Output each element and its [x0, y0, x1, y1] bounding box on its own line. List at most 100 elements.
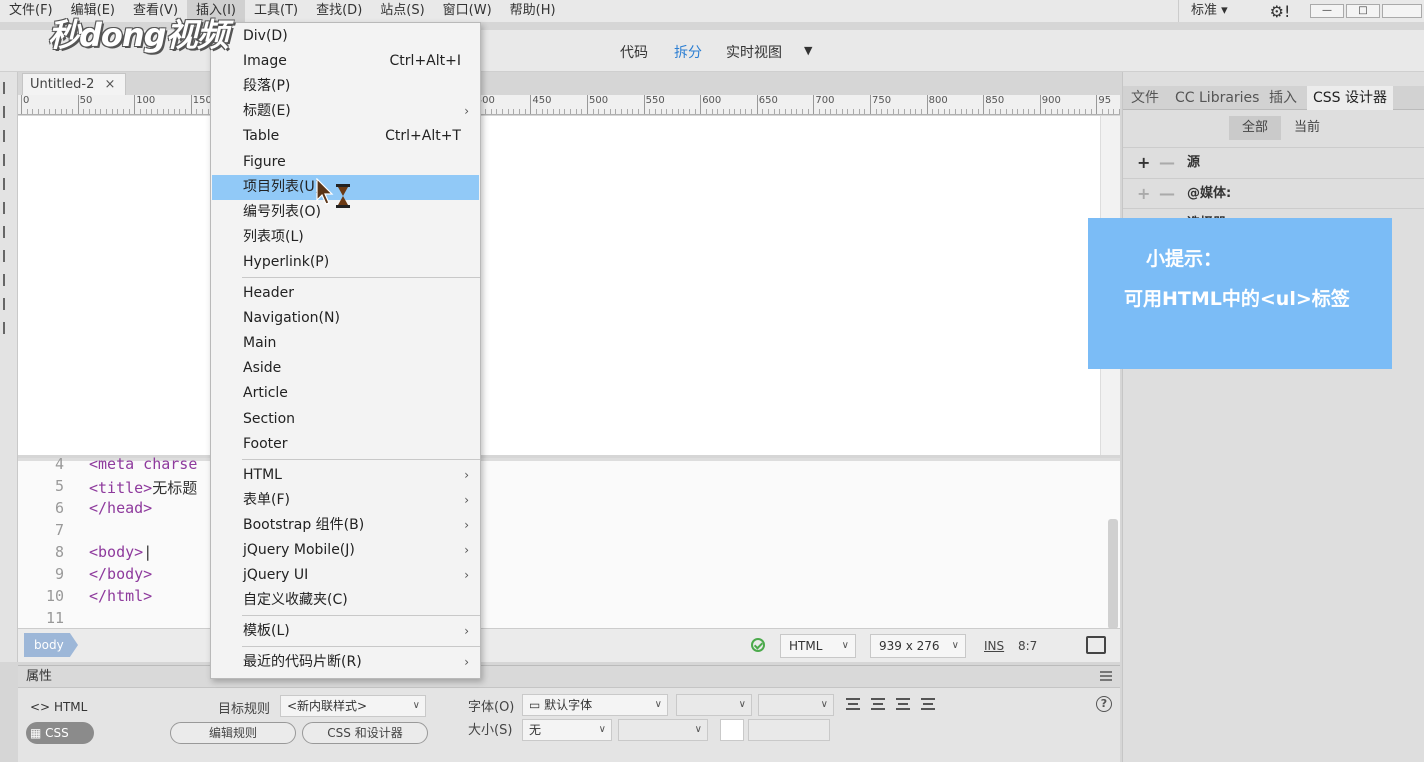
menu-item[interactable]: Navigation(N): [212, 306, 479, 331]
align-justify-icon[interactable]: [921, 698, 935, 710]
live-view-button[interactable]: 实时视图: [726, 42, 782, 62]
color-value-field[interactable]: [748, 719, 830, 741]
ruler-minor-tick: [785, 109, 787, 114]
menu-item[interactable]: 标题(E) ›: [212, 99, 479, 124]
split-view-button[interactable]: 拆分: [674, 42, 702, 62]
tab-insert[interactable]: 插入: [1263, 86, 1303, 110]
add-icon[interactable]: +: [1137, 179, 1150, 209]
tool-icon[interactable]: [3, 130, 13, 142]
menu-item[interactable]: 模板(L) ›: [212, 619, 479, 644]
menu-item[interactable]: 表单(F) ›: [212, 488, 479, 513]
insert-menu-dropdown: Div(D) Image Ctrl+Alt+I 段落(P) 标题(E) › Table Ctr…: [210, 22, 481, 679]
tab-files[interactable]: 文件: [1125, 86, 1165, 110]
panel-menu-icon[interactable]: [1100, 671, 1112, 681]
tool-icon[interactable]: [3, 106, 13, 118]
help-icon[interactable]: ?: [1096, 696, 1112, 712]
align-left-icon[interactable]: [846, 698, 860, 710]
window-size-select[interactable]: 939 x 276 ∨: [870, 634, 966, 658]
tool-icon[interactable]: [3, 298, 13, 310]
menu-item[interactable]: 最近的代码片断(R) ›: [212, 650, 479, 675]
code-view-button[interactable]: 代码: [620, 42, 648, 62]
ruler-minor-tick: [519, 109, 521, 114]
menu-item[interactable]: Section: [212, 407, 479, 432]
chevron-right-icon: ›: [464, 467, 469, 482]
close-icon[interactable]: ×: [105, 77, 116, 92]
design-view-canvas[interactable]: [18, 116, 1100, 455]
preview-icon[interactable]: [1086, 636, 1106, 654]
document-type-select[interactable]: HTML ∨: [780, 634, 856, 658]
menu-site[interactable]: 站点(S): [371, 0, 433, 22]
tag-selector-body[interactable]: body: [24, 633, 78, 657]
font-weight-select[interactable]: ∨: [758, 694, 834, 716]
size-unit-select[interactable]: ∨: [618, 719, 708, 741]
chevron-down-icon[interactable]: ▼: [804, 44, 812, 57]
tool-icon[interactable]: [3, 154, 13, 166]
tool-icon[interactable]: [3, 82, 13, 94]
insert-mode-indicator[interactable]: INS: [984, 639, 1004, 653]
menu-item[interactable]: 段落(P): [212, 74, 479, 99]
menu-item[interactable]: Div(D): [212, 24, 479, 49]
tool-icon[interactable]: [3, 322, 13, 334]
ruler-minor-tick: [173, 109, 175, 114]
tool-icon[interactable]: [3, 250, 13, 262]
close-window-button[interactable]: [1382, 4, 1422, 18]
menu-find[interactable]: 查找(D): [307, 0, 371, 22]
menu-item[interactable]: Figure: [212, 150, 479, 175]
menu-item[interactable]: Header: [212, 281, 479, 306]
tool-icon[interactable]: [3, 274, 13, 286]
font-style-select[interactable]: ∨: [676, 694, 752, 716]
color-swatch[interactable]: [720, 719, 744, 741]
tool-icon[interactable]: [3, 226, 13, 238]
media-section[interactable]: + — @媒体:: [1123, 178, 1424, 208]
menu-help[interactable]: 帮助(H): [501, 0, 565, 22]
size-select[interactable]: 无 ∨: [522, 719, 612, 741]
ruler-minor-tick: [796, 109, 798, 114]
menu-item[interactable]: Image Ctrl+Alt+I: [212, 49, 479, 74]
menu-item[interactable]: Table Ctrl+Alt+T: [212, 124, 479, 149]
menu-item[interactable]: 自定义收藏夹(C): [212, 588, 479, 613]
menu-item[interactable]: jQuery UI ›: [212, 563, 479, 588]
menu-item[interactable]: Bootstrap 组件(B) ›: [212, 513, 479, 538]
menu-item[interactable]: Main: [212, 331, 479, 356]
add-icon[interactable]: +: [1137, 148, 1150, 178]
menu-item[interactable]: 列表项(L): [212, 225, 479, 250]
sources-section[interactable]: + — 源: [1123, 147, 1424, 177]
align-center-icon[interactable]: [871, 698, 885, 710]
ruler-minor-tick: [83, 109, 85, 114]
size-label: 大小(S): [468, 723, 513, 738]
remove-icon[interactable]: —: [1159, 179, 1175, 209]
minimize-button[interactable]: —: [1310, 4, 1344, 18]
css-designer-button[interactable]: CSS 和设计器: [302, 722, 428, 744]
menu-item[interactable]: jQuery Mobile(J) ›: [212, 538, 479, 563]
filter-all-button[interactable]: 全部: [1229, 116, 1281, 140]
menu-tools[interactable]: 工具(T): [245, 0, 307, 22]
tab-cc-libraries[interactable]: CC Libraries: [1169, 86, 1265, 110]
filter-current-button[interactable]: 当前: [1281, 116, 1333, 140]
menu-item[interactable]: Article: [212, 381, 479, 406]
code-view-scrollbar[interactable]: [1108, 519, 1118, 629]
menu-item[interactable]: HTML ›: [212, 463, 479, 488]
workspace-layout-select[interactable]: 标准 ▾: [1178, 0, 1250, 22]
ruler-minor-tick: [705, 109, 707, 114]
tool-icon[interactable]: [3, 178, 13, 190]
maximize-button[interactable]: □: [1346, 4, 1380, 18]
menu-item[interactable]: Hyperlink(P): [212, 250, 479, 275]
tool-icon[interactable]: [3, 202, 13, 214]
html-mode-button[interactable]: <> HTML: [26, 696, 94, 718]
gear-icon[interactable]: ⚙!: [1250, 2, 1310, 21]
align-right-icon[interactable]: [896, 698, 910, 710]
code-view[interactable]: 4 <meta charse 5 <title>无标题 6 </head> 7 8 <b…: [18, 455, 1120, 629]
menu-window[interactable]: 窗口(W): [434, 0, 501, 22]
window-size-value: 939 x 276: [879, 639, 940, 653]
target-rule-select[interactable]: <新内联样式> ∨: [280, 695, 426, 717]
ruler-minor-tick: [937, 109, 939, 114]
ruler-minor-tick: [581, 109, 583, 114]
menu-item[interactable]: Aside: [212, 356, 479, 381]
edit-rule-button[interactable]: 编辑规则: [170, 722, 296, 744]
css-mode-button[interactable]: ▦ CSS: [26, 722, 94, 744]
menu-item[interactable]: Footer: [212, 432, 479, 457]
font-select[interactable]: ▭ 默认字体 ∨: [522, 694, 668, 716]
remove-icon[interactable]: —: [1159, 148, 1175, 178]
tab-css-designer[interactable]: CSS 设计器: [1307, 86, 1393, 110]
document-tab[interactable]: Untitled-2 ×: [22, 73, 126, 95]
